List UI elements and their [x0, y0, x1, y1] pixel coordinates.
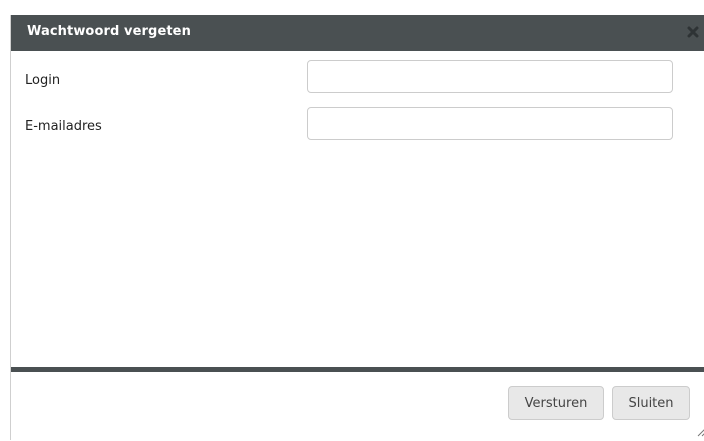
close-icon[interactable] — [686, 24, 700, 38]
login-field[interactable] — [307, 60, 673, 93]
email-field[interactable] — [307, 107, 673, 140]
email-label: E-mailadres — [25, 119, 102, 134]
dialog-titlebar[interactable]: Wachtwoord vergeten — [11, 15, 704, 51]
dialog-title: Wachtwoord vergeten — [27, 24, 191, 39]
resize-grip-icon[interactable] — [695, 422, 704, 437]
send-button[interactable]: Versturen — [508, 386, 604, 420]
login-label: Login — [25, 73, 61, 88]
forgot-password-dialog: Wachtwoord vergeten Login E-mailadres Ve… — [10, 15, 704, 440]
close-button[interactable]: Sluiten — [612, 386, 690, 420]
footer-divider — [11, 367, 704, 372]
